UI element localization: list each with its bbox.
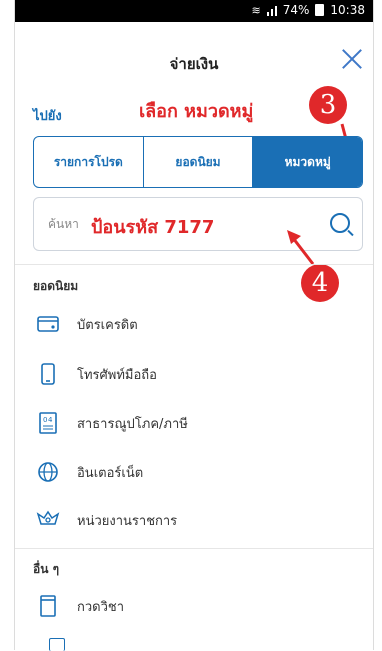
annotation-select-category: เลือก หมวดหมู่ [139, 101, 254, 122]
battery-percent: 74% [282, 3, 310, 17]
battery-icon [315, 4, 325, 16]
list-item-mobile[interactable]: โทรศัพท์มือถือ [33, 354, 361, 394]
utility-bill-icon: 04 [33, 412, 63, 434]
annotation-enter-code: ป้อนรหัส 7177 [91, 217, 215, 238]
list-item-label: โทรศัพท์มือถือ [77, 367, 157, 383]
close-icon[interactable] [341, 48, 363, 70]
list-item-utility[interactable]: 04 สาธารณูปโภค/ภาษี [33, 403, 361, 443]
tab-popular[interactable]: ยอดนิยม [144, 137, 254, 187]
clock: 10:38 [330, 3, 365, 17]
app-frame: ≋ 74% 10:38 จ่ายเงิน ไปยัง เลือก หมวดหมู… [14, 0, 374, 651]
list-item-label: อินเตอร์เน็ต [77, 465, 144, 481]
tab-favorites[interactable]: รายการโปรด [34, 137, 144, 187]
government-emblem-icon [33, 510, 63, 530]
header: จ่ายเงิน [15, 22, 373, 92]
list-item-internet[interactable]: อินเตอร์เน็ต [33, 452, 361, 492]
page-title: จ่ายเงิน [169, 55, 219, 73]
list-item-government[interactable]: หน่วยงานราชการ [33, 500, 361, 540]
partial-list-icon [49, 638, 65, 651]
list-item-label: สาธารณูปโภค/ภาษี [77, 416, 188, 432]
svg-text:0: 0 [43, 416, 47, 424]
search-placeholder: ค้นหา [48, 217, 79, 231]
globe-icon [33, 461, 63, 483]
list-item-tutoring[interactable]: กวดวิชา [33, 586, 361, 626]
step-badge-4: 4 [301, 264, 339, 302]
signal-icon [266, 4, 277, 16]
search-icon[interactable] [330, 213, 350, 233]
list-item-label: หน่วยงานราชการ [77, 513, 178, 529]
divider [15, 264, 373, 265]
svg-text:4: 4 [48, 416, 53, 424]
credit-card-icon [33, 315, 63, 333]
section-others: อื่น ๆ [33, 562, 60, 576]
section-popular: ยอดนิยม [33, 279, 79, 293]
list-item-label: กวดวิชา [77, 599, 125, 615]
tab-bar: รายการโปรด ยอดนิยม หมวดหมู่ [33, 136, 363, 188]
list-item-credit-card[interactable]: บัตรเครดิต [33, 304, 361, 344]
divider [15, 548, 373, 549]
status-bar: ≋ 74% 10:38 [15, 0, 373, 22]
list-item-label: บัตรเครดิต [77, 317, 138, 333]
goto-label: ไปยัง [33, 109, 62, 124]
wifi-icon: ≋ [251, 3, 261, 17]
book-icon [33, 595, 63, 617]
tab-category[interactable]: หมวดหมู่ [253, 137, 362, 187]
mobile-phone-icon [33, 363, 63, 385]
